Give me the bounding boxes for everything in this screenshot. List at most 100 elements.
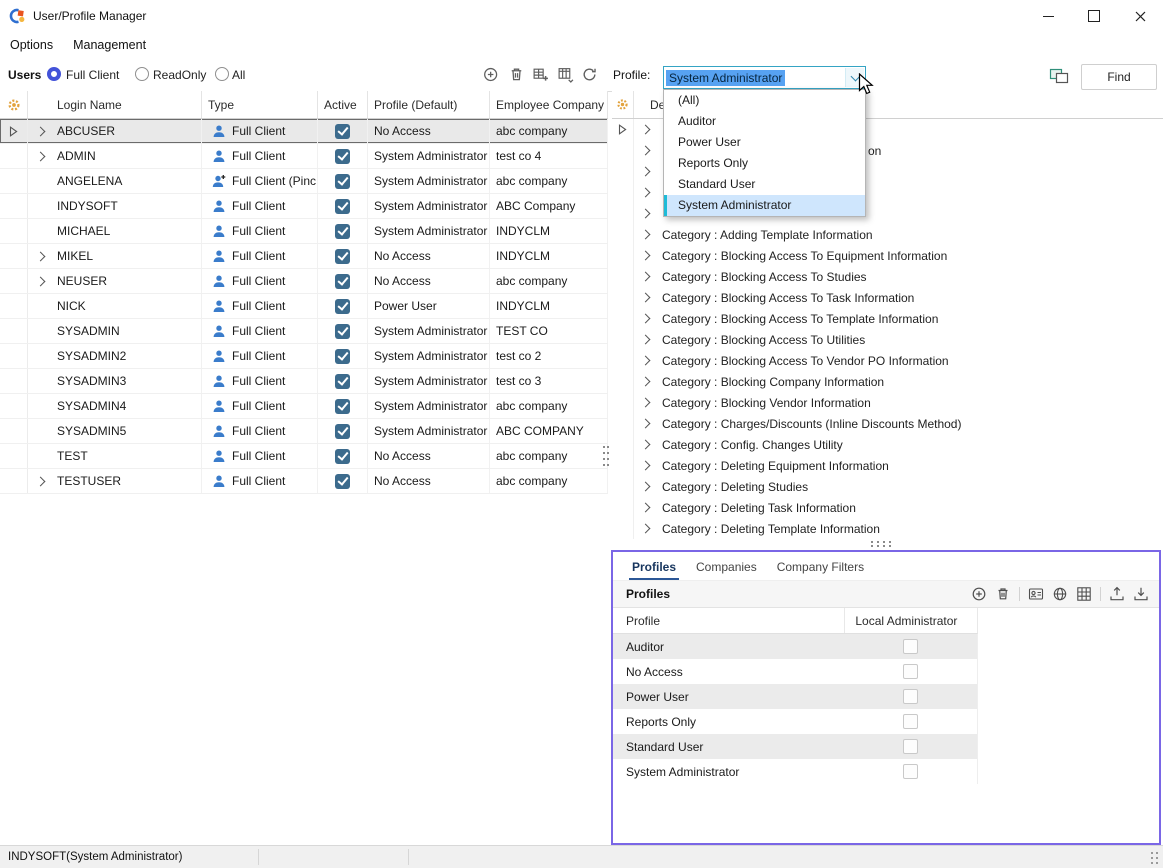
expand-button[interactable] [634,168,656,175]
active-checkbox[interactable] [335,149,350,164]
add-profile-icon[interactable] [971,586,987,602]
tree-row[interactable]: Category : Blocking Vendor Information [612,392,1163,413]
expand-button[interactable] [634,504,656,511]
user-row[interactable]: SYSADMIN5Full ClientSystem Administrator… [0,419,608,444]
column-header-type[interactable]: Type [202,91,318,118]
tab-profiles[interactable]: Profiles [629,554,679,580]
maximize-button[interactable] [1071,0,1117,32]
tree-row[interactable]: Category : Blocking Company Information [612,371,1163,392]
user-row[interactable]: ANGELENAFull Client (PincSystem Administ… [0,169,608,194]
active-checkbox[interactable] [335,424,350,439]
user-row[interactable]: MIKELFull ClientNo AccessINDYCLM [0,244,608,269]
menu-options[interactable]: Options [0,38,63,52]
user-row[interactable]: ABCUSERFull ClientNo Accessabc company [0,119,608,144]
active-checkbox[interactable] [335,199,350,214]
profile-row[interactable]: System Administrator [613,759,978,784]
find-button[interactable]: Find [1081,64,1157,90]
export-icon[interactable] [1109,586,1125,602]
profile-row[interactable]: Auditor [613,634,978,659]
radio-all-label[interactable]: All [232,68,245,82]
expand-button[interactable] [634,399,656,406]
active-checkbox[interactable] [335,249,350,264]
minimize-button[interactable] [1025,0,1071,32]
expand-button[interactable] [634,315,656,322]
tree-row[interactable]: Category : Deleting Equipment Informatio… [612,455,1163,476]
active-checkbox[interactable] [335,449,350,464]
column-header-local-administrator[interactable]: Local Administrator [844,608,977,633]
tree-row[interactable]: Category : Blocking Access To Vendor PO … [612,350,1163,371]
local-admin-checkbox[interactable] [903,664,918,679]
expand-button[interactable] [28,269,52,293]
user-row[interactable]: TESTFull ClientNo Accessabc company [0,444,608,469]
refresh-icon[interactable] [581,66,598,83]
expand-button[interactable] [634,294,656,301]
active-checkbox[interactable] [335,299,350,314]
user-row[interactable]: ADMINFull ClientSystem Administratortest… [0,144,608,169]
active-checkbox[interactable] [335,224,350,239]
grid-customize-button[interactable] [612,91,634,118]
expand-button[interactable] [634,210,656,217]
tab-companies[interactable]: Companies [693,554,760,580]
expand-button[interactable] [634,525,656,532]
dropdown-option[interactable]: Auditor [664,111,865,132]
expand-button[interactable] [28,244,52,268]
user-row[interactable]: NICKFull ClientPower UserINDYCLM [0,294,608,319]
active-checkbox[interactable] [335,349,350,364]
tab-company-filters[interactable]: Company Filters [774,554,867,580]
expand-button[interactable] [634,336,656,343]
import-icon[interactable] [1133,586,1149,602]
user-row[interactable]: INDYSOFTFull ClientSystem AdministratorA… [0,194,608,219]
tree-row[interactable]: Category : Charges/Discounts (Inline Dis… [612,413,1163,434]
radio-full-client[interactable] [47,67,61,81]
tree-row[interactable]: Category : Deleting Template Information [612,518,1163,539]
view-switch-icon[interactable] [1049,67,1069,85]
grid-icon[interactable] [1076,586,1092,602]
user-row[interactable]: SYSADMIN3Full ClientSystem Administrator… [0,369,608,394]
expand-button[interactable] [634,483,656,490]
user-row[interactable]: SYSADMIN2Full ClientSystem Administrator… [0,344,608,369]
tree-row[interactable]: Category : Blocking Access To Utilities [612,329,1163,350]
add-user-icon[interactable] [483,66,500,83]
expand-button[interactable] [634,126,656,133]
column-chooser-icon[interactable] [557,66,574,83]
expand-button[interactable] [28,469,52,493]
profile-row[interactable]: Standard User [613,734,978,759]
user-row[interactable]: MICHAELFull ClientSystem AdministratorIN… [0,219,608,244]
expand-button[interactable] [634,357,656,364]
horizontal-splitter-handle[interactable] [870,540,892,548]
profile-combobox[interactable]: System Administrator [663,66,866,89]
active-checkbox[interactable] [335,174,350,189]
expand-button[interactable] [634,147,656,154]
profile-card-icon[interactable] [1028,586,1044,602]
expand-button[interactable] [28,144,52,168]
local-admin-checkbox[interactable] [903,689,918,704]
menu-management[interactable]: Management [63,38,156,52]
merge-grid-icon[interactable] [532,66,549,83]
local-admin-checkbox[interactable] [903,764,918,779]
resize-grip[interactable] [1150,851,1160,865]
profile-row[interactable]: No Access [613,659,978,684]
delete-user-icon[interactable] [508,66,525,83]
expand-button[interactable] [634,462,656,469]
column-header-profile[interactable]: Profile [613,614,844,628]
radio-readonly[interactable] [135,67,149,81]
tree-row[interactable]: Category : Config. Changes Utility [612,434,1163,455]
vertical-splitter-handle[interactable] [602,445,610,467]
user-row[interactable]: SYSADMINFull ClientSystem AdministratorT… [0,319,608,344]
active-checkbox[interactable] [335,374,350,389]
user-row[interactable]: NEUSERFull ClientNo Accessabc company [0,269,608,294]
expand-button[interactable] [634,189,656,196]
tree-row[interactable]: Category : Adding Template Information [612,224,1163,245]
tree-row[interactable]: Category : Blocking Access To Studies [612,266,1163,287]
delete-profile-icon[interactable] [995,586,1011,602]
tree-row[interactable]: Category : Blocking Access To Equipment … [612,245,1163,266]
dropdown-option[interactable]: (All) [664,90,865,111]
active-checkbox[interactable] [335,274,350,289]
dropdown-option[interactable]: Power User [664,132,865,153]
user-row[interactable]: SYSADMIN4Full ClientSystem Administrator… [0,394,608,419]
dropdown-option[interactable]: System Administrator [664,195,865,216]
tree-row[interactable]: Category : Deleting Studies [612,476,1163,497]
user-row[interactable]: TESTUSERFull ClientNo Accessabc company [0,469,608,494]
active-checkbox[interactable] [335,474,350,489]
tree-row[interactable]: Category : Deleting Task Information [612,497,1163,518]
